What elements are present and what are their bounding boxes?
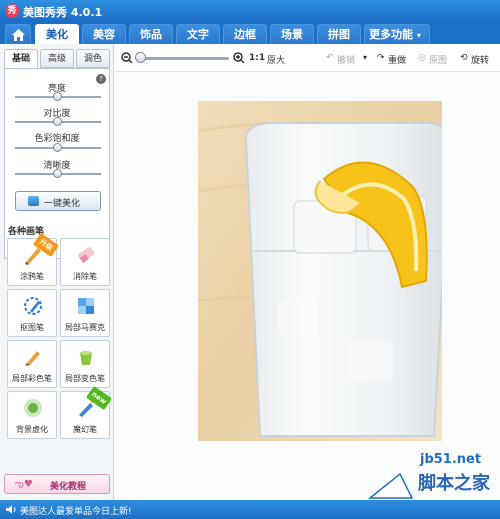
undo-history-chevron-icon[interactable]: ▾ xyxy=(363,53,367,62)
more-features-button[interactable]: 更多功能 ▾ xyxy=(364,24,430,44)
tool-local-color-pen[interactable]: 局部彩色笔 xyxy=(7,340,57,388)
tool-magic-pen[interactable]: new 魔幻笔 xyxy=(60,385,113,439)
nav-home-button[interactable] xyxy=(5,24,31,44)
mosaic-icon xyxy=(78,298,94,314)
watermark-logo-mark xyxy=(367,472,414,499)
image-canvas[interactable] xyxy=(115,73,500,500)
app-title: 美图秀秀 4.0.1 xyxy=(23,6,103,19)
one-click-beautify-label: 一键美化 xyxy=(44,199,81,209)
contrast-slider-thumb[interactable] xyxy=(53,117,62,126)
subtab-color[interactable]: 调色 xyxy=(76,49,110,68)
zoom-slider[interactable] xyxy=(137,57,229,60)
wing-icon: ఌ♥ xyxy=(15,479,33,490)
tool-doodle-pen-label: 涂鸦笔 xyxy=(20,272,44,281)
cutout-pen-icon xyxy=(24,297,42,315)
tool-local-mosaic[interactable]: 局部马赛克 xyxy=(60,289,110,337)
one-click-beautify-button[interactable]: 一键美化 xyxy=(15,191,101,211)
tab-text[interactable]: 文字 xyxy=(176,24,220,44)
magic-image-icon xyxy=(28,196,39,206)
zoom-slider-thumb[interactable] xyxy=(135,52,146,63)
paint-bucket-icon xyxy=(80,351,92,365)
redo-button[interactable]: 重做 xyxy=(388,53,406,66)
original-size-button[interactable]: 原大 xyxy=(267,53,285,66)
brightness-slider-thumb[interactable] xyxy=(53,92,62,101)
home-icon xyxy=(11,29,25,41)
status-bar: 美图达人最爱单品今日上新! xyxy=(0,500,500,519)
tool-eraser[interactable]: 消除笔 xyxy=(60,238,110,286)
chevron-down-icon: ▾ xyxy=(416,31,421,40)
beautify-tutorial-label: 美化教程 xyxy=(50,482,87,492)
tool-local-recolor-pen[interactable]: 局部变色笔 xyxy=(60,340,110,388)
saturation-slider-thumb[interactable] xyxy=(53,143,62,152)
undo-button[interactable]: 撤销 xyxy=(337,53,355,66)
redo-icon: ↷ xyxy=(377,53,385,63)
original-image-button[interactable]: 原图 xyxy=(429,53,447,66)
tool-cutout-pen-label: 抠图笔 xyxy=(20,323,44,332)
tool-doodle-pen[interactable]: 升级 涂鸦笔 xyxy=(7,232,60,286)
speaker-icon xyxy=(6,505,16,514)
subtab-advanced[interactable]: 高级 xyxy=(40,49,74,68)
tool-eraser-label: 消除笔 xyxy=(73,272,97,281)
subtab-basic[interactable]: 基础 xyxy=(4,49,38,68)
background-blur-icon xyxy=(24,399,42,417)
sharpness-slider-thumb[interactable] xyxy=(53,169,62,178)
tool-cutout-pen[interactable]: 抠图笔 xyxy=(7,289,57,337)
tab-frame[interactable]: 边框 xyxy=(223,24,267,44)
status-message[interactable]: 美图达人最爱单品今日上新! xyxy=(20,504,132,517)
tab-beautify[interactable]: 美化 xyxy=(35,24,79,44)
tab-scene[interactable]: 场景 xyxy=(270,24,314,44)
actual-ratio-button[interactable]: 1:1 xyxy=(249,53,265,63)
tab-collage[interactable]: 拼图 xyxy=(317,24,361,44)
app-logo-icon: 秀 xyxy=(5,4,19,18)
main-nav: 美化 美容 饰品 文字 边框 场景 拼图 更多功能 ▾ xyxy=(0,22,500,44)
watermark-site: jb51.net xyxy=(420,452,482,467)
title-bar: 秀 美图秀秀 4.0.1 xyxy=(0,0,500,22)
tool-magic-pen-label: 魔幻笔 xyxy=(73,425,97,434)
more-features-label: 更多功能 xyxy=(369,28,414,41)
tool-background-blur[interactable]: 背景虚化 xyxy=(7,391,57,439)
tool-background-blur-label: 背景虚化 xyxy=(16,425,48,434)
watermark-name: 脚本之家 xyxy=(418,473,490,494)
left-panel: 基础 高级 调色 ? 亮度 对比度 色彩饱和度 清晰度 一键美化 各种画笔 升级… xyxy=(0,44,114,500)
undo-icon: ↶ xyxy=(326,53,334,63)
color-pen-icon xyxy=(25,351,40,366)
rotate-button[interactable]: 旋转 xyxy=(471,53,489,66)
tool-local-color-pen-label: 局部彩色笔 xyxy=(12,374,52,383)
tab-accessories[interactable]: 饰品 xyxy=(129,24,173,44)
eraser-icon xyxy=(78,247,95,264)
zoom-in-icon[interactable] xyxy=(233,52,245,64)
beautify-tutorial-button[interactable]: ఌ♥ 美化教程 xyxy=(4,474,110,494)
rotate-icon: ⟲ xyxy=(460,53,468,63)
tool-local-mosaic-label: 局部马赛克 xyxy=(65,323,105,332)
tool-local-recolor-pen-label: 局部变色笔 xyxy=(65,374,105,383)
zoom-out-icon[interactable] xyxy=(121,52,133,64)
photo-glass-of-lemon-water xyxy=(198,101,442,441)
original-image-icon: ◎ xyxy=(418,53,426,63)
canvas-toolbar: 1:1 原大 ↶ 撤销 ▾ ↷ 重做 ◎ 原图 ⟲ 旋转 xyxy=(115,44,500,72)
tab-face[interactable]: 美容 xyxy=(82,24,126,44)
